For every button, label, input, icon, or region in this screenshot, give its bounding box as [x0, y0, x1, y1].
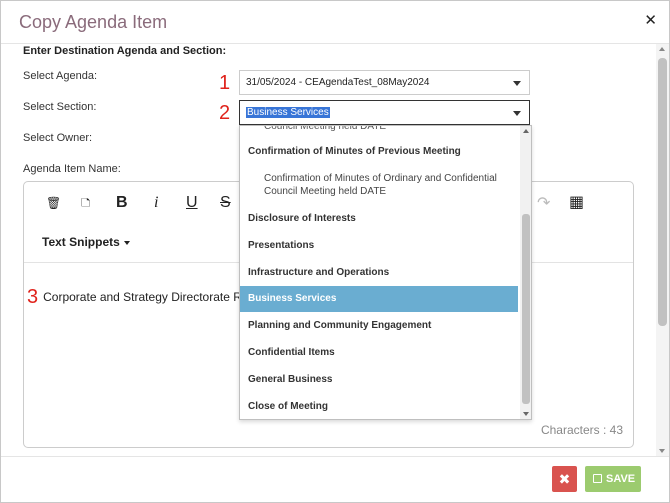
section-option[interactable]: Confirmation of Minutes of Previous Meet…	[240, 140, 518, 164]
text-snippets-label: Text Snippets	[42, 235, 120, 249]
cancel-button[interactable]: ✖	[552, 466, 577, 492]
text-snippets-menu[interactable]: Text Snippets	[42, 235, 130, 249]
section-option[interactable]: Confirmation of Minutes of Ordinary and …	[240, 168, 518, 204]
close-icon[interactable]: ✕	[644, 13, 657, 28]
marker-2: 2	[219, 102, 231, 124]
section-select-value: Business Services	[246, 107, 330, 118]
chevron-down-icon	[513, 81, 521, 86]
marker-3: 3	[27, 286, 39, 308]
scroll-up-icon[interactable]	[523, 129, 529, 133]
select-owner-label: Select Owner:	[23, 132, 93, 144]
select-section-label: Select Section:	[23, 101, 97, 113]
section-option-partial[interactable]: Council Meeting held DATE	[240, 126, 518, 132]
dialog-title: Copy Agenda Item	[19, 12, 168, 32]
save-button-label: SAVE	[606, 473, 636, 485]
trash-icon[interactable]: 🗑	[46, 196, 61, 210]
editor-content-text: Corporate and Strategy Directorate Re	[43, 290, 249, 304]
save-button[interactable]: SAVE	[585, 466, 641, 492]
section-option[interactable]: Confidential Items	[240, 342, 518, 366]
copy-agenda-item-dialog: Copy Agenda Item ✕ Enter Destination Age…	[0, 0, 670, 503]
bold-button[interactable]: B	[116, 194, 128, 212]
caret-down-icon	[123, 240, 130, 245]
section-option[interactable]: Infrastructure and Operations	[240, 261, 518, 285]
underline-button[interactable]: U	[186, 194, 198, 212]
marker-1: 1	[219, 72, 231, 94]
footer-divider	[1, 456, 669, 457]
note-icon[interactable]: 🗅	[81, 194, 91, 216]
destination-heading: Enter Destination Agenda and Section:	[23, 45, 227, 57]
agenda-select-value: 31/05/2024 - CEAgendaTest_08May2024	[246, 77, 430, 88]
section-option[interactable]: Close of Meeting	[240, 396, 518, 419]
chevron-down-icon	[513, 111, 521, 116]
character-count: Characters : 43	[540, 423, 623, 437]
scroll-up-icon[interactable]	[659, 47, 665, 51]
section-option-selected[interactable]: Business Services	[240, 286, 518, 312]
section-option[interactable]: Presentations	[240, 234, 518, 258]
strikethrough-button[interactable]: S	[220, 194, 231, 212]
scroll-down-icon[interactable]	[659, 449, 665, 453]
editor-content[interactable]: 3 Corporate and Strategy Directorate Re	[27, 284, 261, 308]
agenda-item-name-label: Agenda Item Name:	[23, 163, 121, 175]
section-dropdown-list[interactable]: Council Meeting held DATE Confirmation o…	[239, 125, 532, 420]
section-option[interactable]: Disclosure of Interests	[240, 208, 518, 232]
section-option[interactable]: General Business	[240, 369, 518, 393]
redo-icon[interactable]: ↷	[537, 193, 550, 213]
italic-button[interactable]: i	[154, 194, 158, 212]
dropdown-scrollbar[interactable]	[520, 126, 531, 419]
scroll-down-icon[interactable]	[523, 412, 529, 416]
table-icon[interactable]: ▦	[569, 192, 584, 212]
section-option[interactable]: Planning and Community Engagement	[240, 315, 518, 339]
select-agenda-label: Select Agenda:	[23, 70, 98, 82]
dialog-header: Copy Agenda Item ✕	[1, 1, 669, 44]
dropdown-scrollbar-thumb[interactable]	[522, 214, 530, 404]
dialog-scrollbar-thumb[interactable]	[658, 58, 667, 326]
save-icon	[593, 474, 602, 483]
dialog-scrollbar[interactable]	[656, 44, 669, 456]
section-select[interactable]: Business Services	[239, 100, 530, 125]
agenda-select[interactable]: 31/05/2024 - CEAgendaTest_08May2024	[239, 70, 530, 95]
